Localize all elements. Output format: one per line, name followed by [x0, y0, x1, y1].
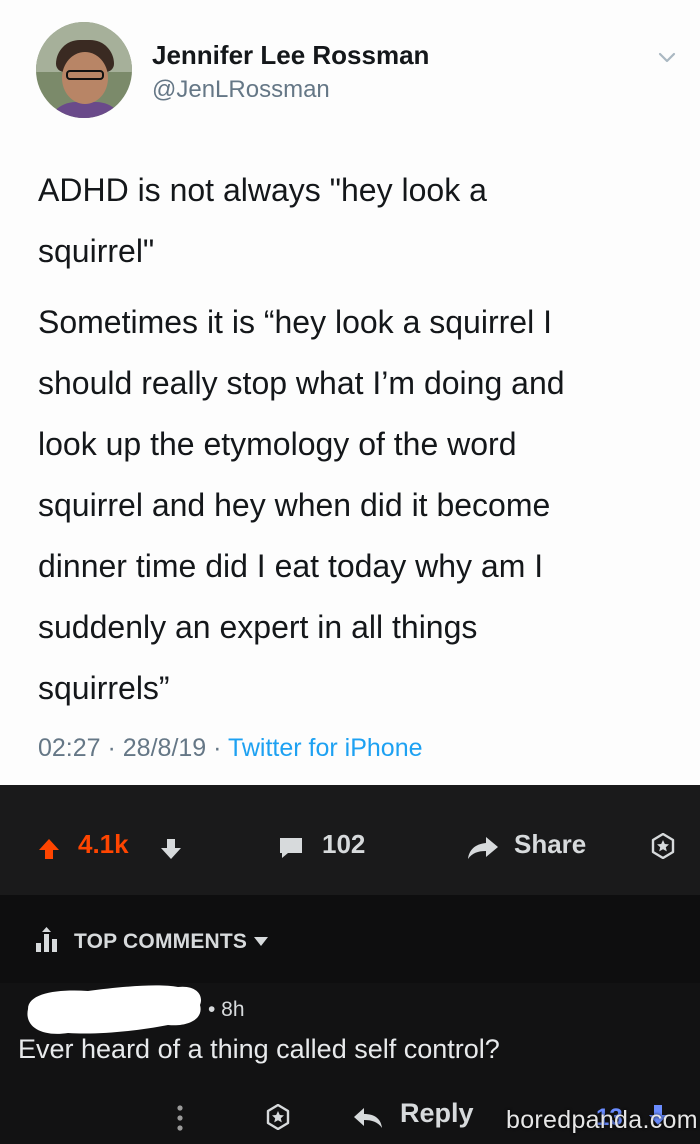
tweet-source[interactable]: Twitter for iPhone [228, 734, 423, 762]
tweet-text-paragraph-2: Sometimes it is “hey look a squirrel I s… [38, 304, 565, 706]
chevron-down-icon[interactable] [656, 46, 678, 68]
author-handle[interactable]: @JenLRossman [152, 76, 330, 104]
comment-bubble-icon[interactable] [278, 836, 304, 860]
meta-separator: · [206, 734, 228, 762]
reply-arrow-icon[interactable] [352, 1106, 384, 1130]
tweet-date[interactable]: 28/8/19 [123, 734, 206, 762]
watermark: boredpanda.com [506, 1106, 698, 1134]
sort-bars-icon[interactable] [34, 927, 64, 953]
comment-text: Ever heard of a thing called self contro… [18, 1034, 500, 1064]
avatar[interactable] [36, 22, 132, 118]
tweet-meta: 02:27 · 28/8/19 · Twitter for iPhone [38, 734, 423, 763]
share-arrow-icon[interactable] [466, 835, 500, 861]
award-icon[interactable] [265, 1104, 291, 1130]
redacted-username [27, 985, 202, 1034]
downvote-arrow-icon[interactable] [160, 838, 182, 860]
tweet-text-paragraph-1: ADHD is not always "hey look a squirrel" [38, 172, 487, 269]
vote-count: 4.1k [78, 829, 129, 859]
share-button[interactable]: Share [514, 829, 586, 860]
award-icon[interactable] [650, 833, 676, 859]
comment-age: • 8h [208, 998, 245, 1021]
tweet-time[interactable]: 02:27 [38, 734, 101, 762]
reply-button[interactable]: Reply [400, 1098, 474, 1129]
upvote-arrow-icon[interactable] [38, 838, 60, 860]
chevron-down-icon[interactable] [254, 937, 268, 946]
meta-separator: · [100, 734, 123, 762]
tweet-card: Jennifer Lee Rossman @JenLRossman ADHD i… [0, 0, 700, 785]
author-name[interactable]: Jennifer Lee Rossman [152, 40, 429, 71]
more-dots-icon[interactable] [176, 1104, 184, 1132]
sort-label[interactable]: TOP COMMENTS [74, 930, 247, 954]
comment-count[interactable]: 102 [322, 829, 365, 860]
